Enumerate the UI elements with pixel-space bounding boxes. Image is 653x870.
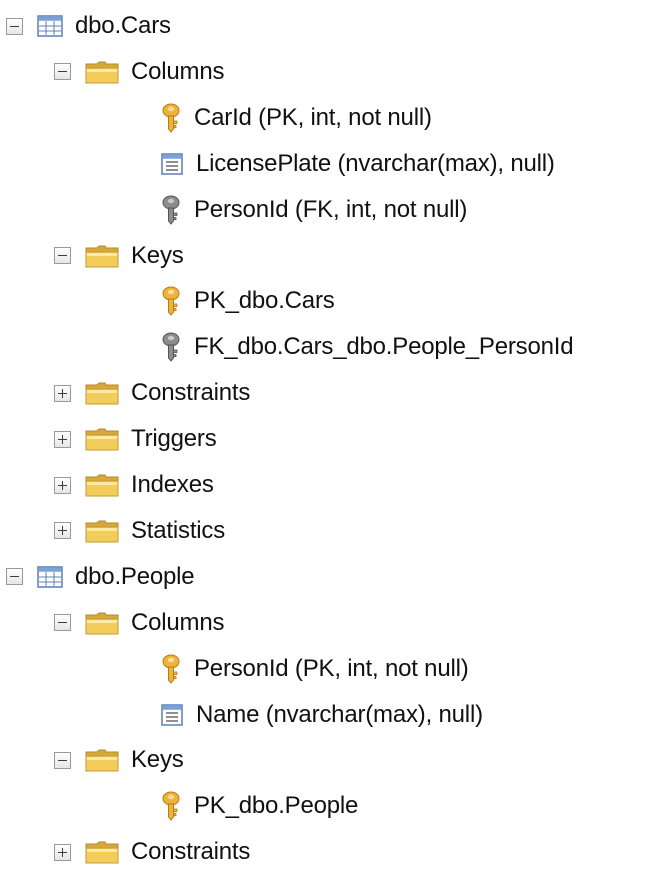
tree-node[interactable]: Statistics (54, 513, 225, 549)
foreign-key-icon (160, 195, 182, 225)
folder-icon (85, 427, 119, 451)
expand-toggle[interactable] (54, 476, 71, 494)
tree-node-label: FK_dbo.Cars_dbo.People_PersonId (194, 333, 574, 361)
expand-toggle[interactable] (54, 843, 71, 861)
tree-node-label: Triggers (131, 425, 217, 453)
tree-node[interactable]: Constraints (54, 375, 250, 411)
tree-node-label: Constraints (131, 838, 251, 866)
collapse-toggle[interactable] (54, 614, 71, 632)
tree-node[interactable]: PK_dbo.People (160, 788, 358, 824)
table-icon (37, 14, 63, 38)
column-icon (160, 152, 184, 176)
expand-toggle[interactable] (54, 430, 71, 448)
tree-node-label: LicensePlate (nvarchar(max), null) (196, 149, 555, 177)
folder-icon (85, 244, 119, 268)
foreign-key-icon (160, 332, 182, 363)
primary-key-icon (160, 791, 182, 822)
tree-node-label: PK_dbo.Cars (194, 287, 335, 315)
folder-icon (85, 840, 119, 864)
object-explorer-tree: dbo.Cars Columns CarId (PK, int, not nul… (0, 0, 653, 865)
tree-node[interactable]: dbo.People (6, 559, 195, 595)
tree-node-label: PersonId (PK, int, not null) (194, 654, 469, 682)
primary-key-icon (160, 654, 182, 684)
folder-icon (85, 611, 119, 635)
tree-node-label: Columns (131, 57, 225, 85)
tree-node[interactable]: Indexes (54, 467, 214, 503)
tree-node-label: Keys (131, 746, 184, 774)
tree-node[interactable]: LicensePlate (nvarchar(max), null) (160, 146, 555, 182)
tree-node[interactable]: PK_dbo.Cars (160, 283, 335, 319)
tree-node[interactable]: Triggers (54, 421, 217, 457)
tree-node-label: Keys (131, 241, 184, 269)
tree-node[interactable]: PersonId (PK, int, not null) (160, 651, 469, 687)
tree-node[interactable]: Keys (54, 742, 184, 778)
column-icon (160, 703, 184, 727)
folder-icon (85, 381, 119, 405)
tree-node[interactable]: FK_dbo.Cars_dbo.People_PersonId (160, 329, 574, 365)
tree-node-label: PersonId (FK, int, not null) (194, 195, 468, 223)
table-icon (37, 565, 63, 589)
tree-node[interactable]: PersonId (FK, int, not null) (160, 192, 467, 228)
folder-icon (85, 473, 119, 497)
folder-icon (85, 748, 119, 772)
tree-node-label: Constraints (131, 379, 251, 407)
primary-key-icon (160, 286, 182, 317)
collapse-toggle[interactable] (54, 751, 71, 769)
tree-node-label: Indexes (131, 471, 214, 498)
tree-node[interactable]: CarId (PK, int, not null) (160, 100, 432, 136)
tree-node[interactable]: Name (nvarchar(max), null) (160, 697, 483, 733)
folder-icon (85, 60, 119, 84)
folder-icon (85, 519, 119, 543)
expand-toggle[interactable] (54, 522, 71, 540)
tree-node-label: CarId (PK, int, not null) (194, 103, 432, 131)
tree-node-label: dbo.Cars (75, 12, 171, 39)
expand-toggle[interactable] (54, 384, 71, 402)
tree-node[interactable]: Keys (54, 238, 184, 274)
tree-node-label: dbo.People (75, 562, 195, 590)
collapse-toggle[interactable] (54, 63, 71, 81)
tree-node[interactable]: Columns (54, 54, 225, 90)
tree-node-label: PK_dbo.People (194, 792, 359, 820)
collapse-toggle[interactable] (6, 568, 23, 586)
tree-node-label: Columns (131, 608, 225, 636)
tree-node[interactable]: Columns (54, 605, 225, 641)
collapse-toggle[interactable] (54, 247, 71, 264)
tree-node-label: Name (nvarchar(max), null) (196, 700, 483, 728)
tree-node[interactable]: Constraints (54, 834, 250, 870)
primary-key-icon (160, 103, 182, 133)
tree-node[interactable]: dbo.Cars (6, 8, 171, 44)
tree-node-label: Statistics (131, 516, 226, 544)
collapse-toggle[interactable] (6, 17, 23, 35)
